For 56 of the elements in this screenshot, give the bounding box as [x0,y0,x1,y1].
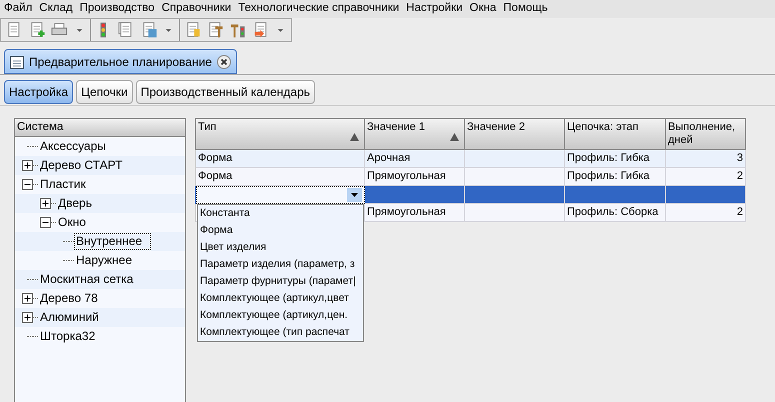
menu-item[interactable]: Файл [4,0,32,18]
close-icon[interactable] [216,54,231,68]
table-cell: 2 [666,204,746,222]
tab[interactable]: Цепочки [76,80,133,104]
dropdown-option[interactable]: Комплектующее (артикул,цвет [198,290,363,307]
calendar-icon [10,54,24,68]
document-tab[interactable]: Предварительное планирование [4,49,237,74]
tree-item[interactable]: Дверь [56,195,94,212]
tree-item[interactable]: Окно [56,214,88,231]
dropdown-option[interactable]: Параметр изделия (параметр, з [198,256,363,273]
type-combo-field[interactable] [196,186,365,204]
table-row[interactable]: Форма Арочная Профиль: Гибка 3 [195,150,746,168]
dropdown-option[interactable]: Константа [198,205,363,222]
dropdown-option[interactable]: Цвет изделия [198,239,363,256]
column-header[interactable]: Значение 1 [365,119,465,150]
add-document-icon[interactable] [28,21,46,39]
tab[interactable]: Настройка [4,80,74,104]
menu-item[interactable]: Производство [80,0,155,18]
collapse-icon[interactable] [22,179,32,190]
menu-item[interactable]: Окна [470,0,496,18]
column-header[interactable]: Выполнение, дней [666,119,746,150]
expand-icon[interactable] [22,293,32,304]
sort-icon [350,133,359,141]
tree-item[interactable]: Внутреннее [74,233,152,250]
column-header[interactable]: Тип [196,119,365,150]
tree-item[interactable]: Аксессуары [38,138,108,155]
tree-item[interactable]: Дерево 78 [38,290,100,307]
tree-item[interactable]: Шторка32 [38,328,98,345]
menu-item[interactable]: Склад [39,0,73,18]
tab-title: Предварительное планирование [29,54,212,70]
table-cell: Профиль: Сборка [565,204,666,222]
tree-item[interactable]: Пластик [38,176,88,193]
collapse-icon[interactable] [40,217,50,228]
expand-icon[interactable] [22,312,32,323]
table-cell: Прямоугольная [365,204,465,222]
dropdown-option[interactable]: Комплектующее (тип распечат [198,324,363,341]
database-icon[interactable] [140,21,158,39]
menu-item[interactable]: Справочники [162,0,232,18]
table-row[interactable]: Форма Прямоугольная Профиль: Гибка 2 [195,168,746,186]
tree-header: Система [15,119,185,137]
tab[interactable]: Производственный календарь [136,80,315,104]
menu-item[interactable]: Технологические справочники [238,0,400,18]
dropdown-option[interactable]: Комплектующее (артикул,цен. [198,307,363,324]
expand-icon[interactable] [40,198,50,209]
hammer-icon[interactable] [207,21,224,39]
dropdown-option[interactable]: Форма [198,222,363,239]
column-header[interactable]: Цепочка: этап [565,119,666,150]
column-header[interactable]: Значение 2 [465,119,565,150]
menu-item[interactable]: Настройки [406,0,463,18]
export-icon[interactable] [252,21,270,39]
tree-item[interactable]: Наружнее [74,252,134,269]
menu-item[interactable]: Помощь [503,0,548,18]
dropdown-option[interactable]: Параметр фурнитуры (парамет| [198,273,363,290]
sort-icon [450,133,459,141]
expand-icon[interactable] [22,160,32,171]
document-list-icon[interactable] [184,21,202,39]
